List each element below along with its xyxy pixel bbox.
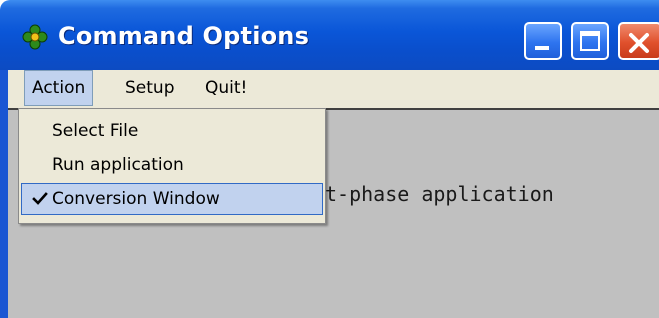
menu-quit[interactable]: Quit!	[198, 70, 254, 106]
window-title: Command Options	[58, 22, 310, 50]
maximize-button[interactable]	[571, 22, 609, 60]
menu-item-label: Run application	[52, 155, 184, 175]
menu-setup[interactable]: Setup	[118, 70, 181, 106]
action-dropdown-menu: Select File Run application Conversion W…	[18, 108, 326, 224]
application-window: Command Options Action Setup Quit! t-pha…	[0, 0, 659, 318]
maximize-icon	[580, 31, 600, 51]
checkmark-icon	[32, 192, 48, 205]
menu-item-select-file[interactable]: Select File	[21, 115, 323, 147]
menu-item-label: Conversion Window	[52, 189, 220, 209]
flower-icon[interactable]	[22, 24, 48, 50]
menu-item-label: Select File	[52, 121, 139, 141]
menu-item-run-application[interactable]: Run application	[21, 149, 323, 181]
client-text: t-phase application	[325, 182, 554, 206]
menu-item-conversion-window[interactable]: Conversion Window	[21, 183, 323, 215]
close-icon	[629, 33, 649, 53]
title-bar[interactable]: Command Options	[0, 0, 659, 70]
menu-action[interactable]: Action	[24, 70, 94, 106]
menu-bar: Action Setup Quit!	[8, 70, 659, 108]
minimize-icon	[535, 46, 549, 50]
close-button[interactable]	[618, 22, 659, 60]
window-frame-left	[0, 70, 8, 318]
minimize-button[interactable]	[524, 22, 562, 60]
